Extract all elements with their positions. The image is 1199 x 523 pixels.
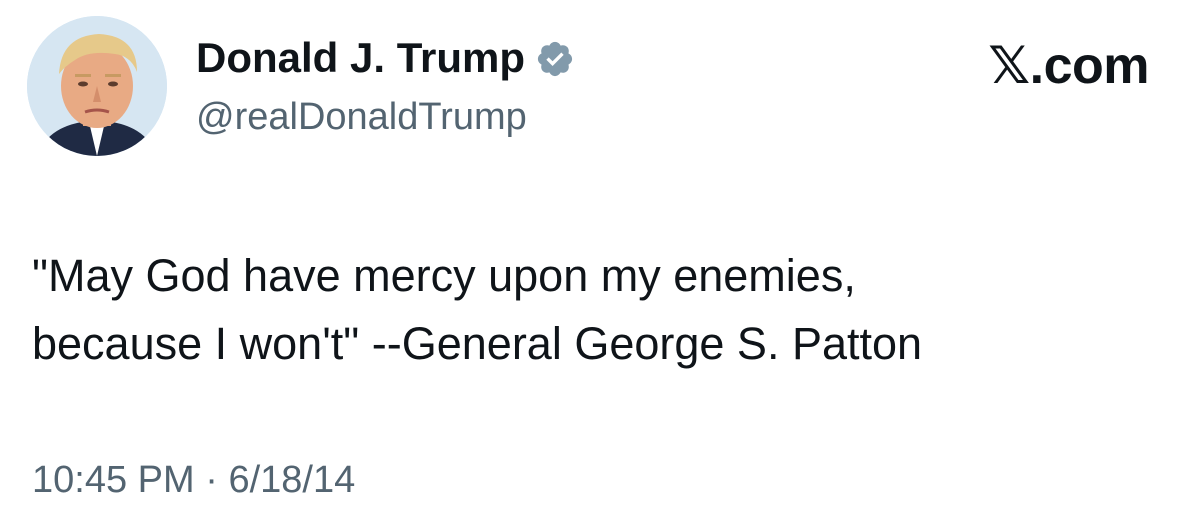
- verified-badge-icon[interactable]: [535, 39, 575, 79]
- user-handle[interactable]: @realDonaldTrump: [196, 96, 527, 139]
- x-logo: 𝕏.com: [988, 37, 1149, 95]
- tweet-timestamp[interactable]: 10:45 PM · 6/18/14: [32, 459, 355, 502]
- avatar-image: [27, 16, 167, 156]
- avatar[interactable]: [27, 16, 167, 156]
- tweet-date: 6/18/14: [228, 459, 356, 501]
- display-name-row: Donald J. Trump: [196, 34, 575, 82]
- tweet-card: Donald J. Trump @realDonaldTrump 𝕏.com "…: [0, 0, 1199, 523]
- timestamp-separator: ·: [205, 459, 218, 501]
- display-name[interactable]: Donald J. Trump: [196, 34, 525, 82]
- tweet-text-line: "May God have mercy upon my enemies,: [32, 250, 856, 301]
- tweet-time: 10:45 PM: [32, 459, 195, 501]
- tweet-text: "May God have mercy upon my enemies, bec…: [32, 242, 1172, 378]
- tweet-text-line: because I won't" --General George S. Pat…: [32, 318, 923, 369]
